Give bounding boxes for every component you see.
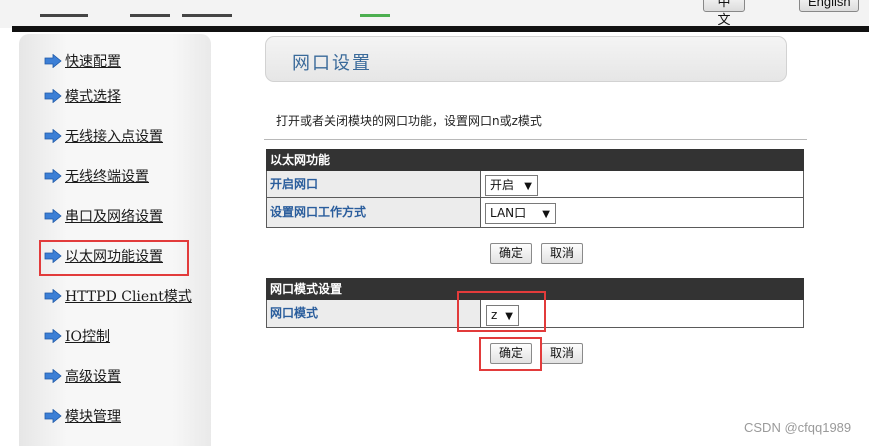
ethernet-section-header: 以太网功能 <box>266 149 804 171</box>
dropdown-arrow-icon: ▼ <box>524 181 532 192</box>
sidebar-item-label: 模块管理 <box>65 409 121 425</box>
sidebar-item-label: 高级设置 <box>65 369 121 385</box>
top-green-mark <box>360 14 390 17</box>
enable-port-value: 开启 <box>490 178 515 192</box>
arrow-right-icon <box>44 409 62 423</box>
sidebar-item-mode-select[interactable]: 模式选择 <box>44 85 121 107</box>
ethernet-confirm-button[interactable]: 确定 <box>490 243 532 264</box>
sidebar-item-wireless-sta[interactable]: 无线终端设置 <box>44 165 149 187</box>
enable-port-select[interactable]: 开启 ▼ <box>485 175 538 196</box>
sidebar-highlight-box <box>39 240 189 276</box>
arrow-right-icon <box>44 369 62 383</box>
page-title: 网口设置 <box>292 53 372 74</box>
sidebar-item-module-management[interactable]: 模块管理 <box>44 405 121 427</box>
page-title-panel: 网口设置 <box>265 36 787 82</box>
dropdown-arrow-icon: ▼ <box>542 209 550 220</box>
sidebar-item-advanced[interactable]: 高级设置 <box>44 365 121 387</box>
enable-port-label: 开启网口 <box>266 171 481 198</box>
port-mode-label: 网口模式 <box>266 300 481 328</box>
sidebar-item-label: 快速配置 <box>65 54 121 70</box>
arrow-right-icon <box>44 89 62 103</box>
english-language-button[interactable]: English <box>799 0 859 12</box>
sidebar-item-label: 串口及网络设置 <box>65 209 163 225</box>
arrow-right-icon <box>44 329 62 343</box>
sidebar-item-label: 无线终端设置 <box>65 169 149 185</box>
ethernet-cancel-button[interactable]: 取消 <box>541 243 583 264</box>
sidebar-item-quick-config[interactable]: 快速配置 <box>44 50 121 72</box>
arrow-right-icon <box>44 54 62 68</box>
sidebar-item-label: IO控制 <box>65 329 111 345</box>
sidebar-item-httpd-client[interactable]: HTTPD Client模式 <box>44 285 192 307</box>
port-mode-highlight-box <box>457 291 546 332</box>
port-work-mode-value: LAN口 <box>490 206 527 220</box>
header-divider <box>12 26 869 32</box>
sidebar-item-serial-network[interactable]: 串口及网络设置 <box>44 205 163 227</box>
arrow-right-icon <box>44 169 62 183</box>
sidebar-item-label: 模式选择 <box>65 89 121 105</box>
sidebar-item-wireless-ap[interactable]: 无线接入点设置 <box>44 125 163 147</box>
arrow-right-icon <box>44 289 62 303</box>
port-work-mode-select[interactable]: LAN口 ▼ <box>485 203 556 224</box>
page-description: 打开或者关闭模块的网口功能，设置网口n或z模式 <box>276 114 542 128</box>
top-mark <box>130 14 170 17</box>
watermark: CSDN @cfqq1989 <box>744 420 852 435</box>
port-work-mode-label: 设置网口工作方式 <box>266 198 481 228</box>
arrow-right-icon <box>44 129 62 143</box>
divider <box>264 139 807 140</box>
top-mark <box>182 14 232 17</box>
sidebar-item-io-control[interactable]: IO控制 <box>44 325 110 347</box>
arrow-right-icon <box>44 209 62 223</box>
top-mark <box>40 14 88 17</box>
sidebar-item-label: 无线接入点设置 <box>65 129 163 145</box>
confirm-highlight-box <box>479 337 542 371</box>
port-mode-cancel-button[interactable]: 取消 <box>541 343 583 364</box>
sidebar-item-label: HTTPD Client模式 <box>65 289 192 305</box>
chinese-language-button[interactable]: 中文 <box>703 0 745 27</box>
